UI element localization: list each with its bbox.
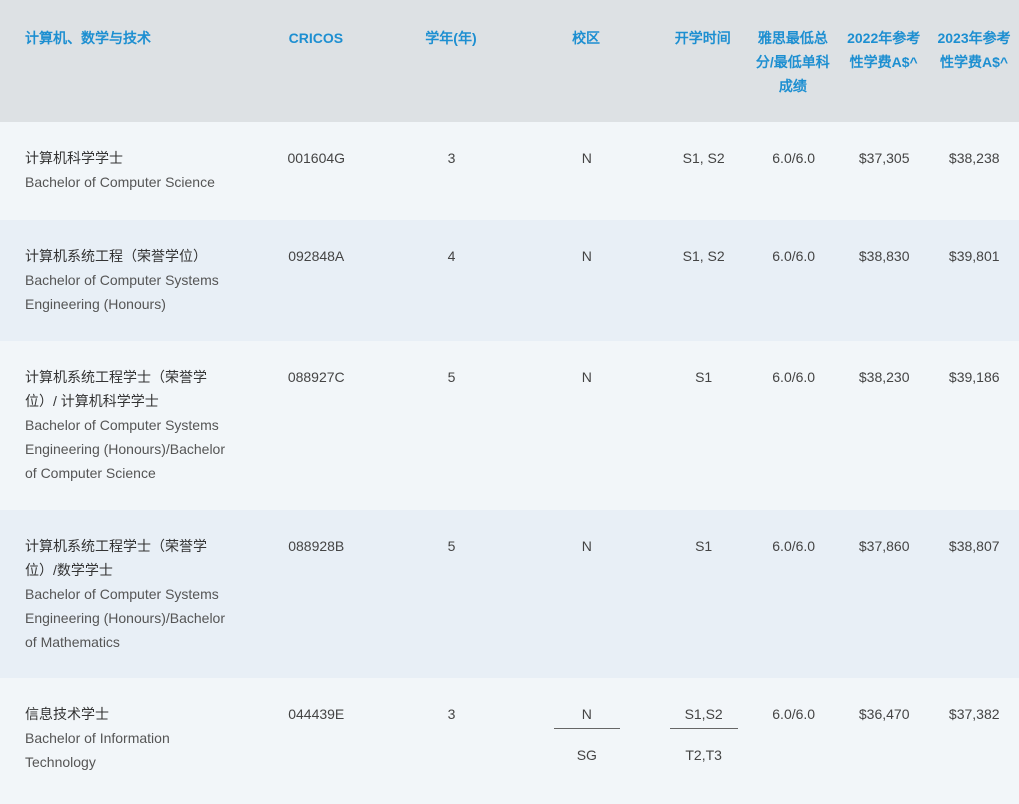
cricos-code: 088927C — [287, 369, 345, 385]
fee-2022-value: $38,230 — [858, 369, 910, 385]
ielts-value: 6.0/6.0 — [772, 538, 816, 554]
table-row: 信息技术学士 Bachelor of Information Technolog… — [0, 678, 1019, 804]
program-name-cell: 信息技术学士 Bachelor of Information Technolog… — [0, 702, 244, 774]
table-header: 计算机、数学与技术 CRICOS 学年(年) 校区 开学时间 雅思最低总分/最低… — [0, 0, 1019, 122]
ielts-value: 6.0/6.0 — [772, 150, 816, 166]
years-value: 5 — [447, 369, 456, 385]
cricos-code: 092848A — [288, 248, 345, 264]
fee-2023-value: $38,238 — [948, 150, 1000, 166]
fee-2023-value: $39,801 — [948, 248, 1000, 264]
fee-2022-value: $38,830 — [858, 248, 910, 264]
program-name-cell: 计算机系统工程（荣誉学位） Bachelor of Computer Syste… — [0, 244, 244, 316]
intake-cell: S1,S2 T2,T3 — [659, 702, 749, 767]
program-name-en: Bachelor of Computer Systems Engineering… — [25, 586, 225, 650]
table-row: 计算机科学学士 Bachelor of Computer Science 001… — [0, 122, 1019, 220]
campus-value: N — [581, 538, 592, 554]
campus-value: N — [581, 150, 592, 166]
campus-value: N — [553, 702, 620, 729]
fee-2023-value: $37,382 — [948, 706, 1000, 722]
program-name-cell: 计算机科学学士 Bachelor of Computer Science — [0, 146, 244, 194]
intake-value: S1, S2 — [682, 150, 725, 166]
cricos-code: 001604G — [287, 150, 346, 166]
program-name-en: Bachelor of Computer Systems Engineering… — [25, 272, 219, 312]
program-name-zh: 计算机系统工程学士（荣誉学位）/数学学士 — [25, 538, 207, 578]
campus-value: N — [581, 248, 592, 264]
intake-value: S1,S2 — [669, 702, 738, 729]
table-row: 计算机系统工程学士（荣誉学位）/ 计算机科学学士 Bachelor of Com… — [0, 341, 1019, 510]
program-name-en: Bachelor of Computer Systems Engineering… — [25, 417, 225, 481]
ielts-value: 6.0/6.0 — [772, 706, 816, 722]
header-intake: 开学时间 — [674, 30, 731, 46]
program-name-zh: 计算机系统工程（荣誉学位） — [25, 248, 207, 264]
program-name-en: Bachelor of Information Technology — [25, 730, 170, 770]
intake-value-secondary: T2,T3 — [685, 747, 722, 763]
intake-value: S1 — [695, 538, 713, 554]
years-value: 3 — [447, 150, 456, 166]
fee-2023-value: $39,186 — [948, 369, 1000, 385]
program-name-zh: 信息技术学士 — [25, 706, 109, 722]
cricos-code: 044439E — [288, 706, 345, 722]
years-value: 5 — [447, 538, 456, 554]
program-name-zh: 计算机系统工程学士（荣誉学位）/ 计算机科学学士 — [25, 369, 207, 409]
header-program-name: 计算机、数学与技术 — [25, 30, 151, 46]
header-ielts: 雅思最低总分/最低单科成绩 — [755, 30, 830, 94]
table-row: 计算机系统工程学士（荣誉学位）/数学学士 Bachelor of Compute… — [0, 510, 1019, 678]
intake-value: S1 — [695, 369, 713, 385]
campus-value-secondary: SG — [576, 747, 597, 763]
fee-2022-value: $37,305 — [858, 150, 910, 166]
header-cricos: CRICOS — [288, 30, 344, 46]
header-fee-2023: 2023年参考性学费A$^ — [937, 30, 1011, 70]
table-row: 计算机系统工程（荣誉学位） Bachelor of Computer Syste… — [0, 220, 1019, 341]
campus-cell: N SG — [515, 702, 659, 767]
header-fee-2022: 2022年参考性学费A$^ — [847, 30, 921, 70]
fee-2022-value: $36,470 — [858, 706, 910, 722]
fee-2023-value: $38,807 — [948, 538, 1000, 554]
program-name-cell: 计算机系统工程学士（荣誉学位）/ 计算机科学学士 Bachelor of Com… — [0, 365, 244, 485]
fee-2022-value: $37,860 — [858, 538, 910, 554]
years-value: 3 — [447, 706, 456, 722]
years-value: 4 — [447, 248, 456, 264]
program-name-cell: 计算机系统工程学士（荣誉学位）/数学学士 Bachelor of Compute… — [0, 534, 244, 654]
ielts-value: 6.0/6.0 — [772, 248, 816, 264]
header-campus: 校区 — [572, 30, 601, 46]
header-years: 学年(年) — [425, 30, 477, 46]
campus-value: N — [581, 369, 592, 385]
ielts-value: 6.0/6.0 — [772, 369, 816, 385]
program-table: 计算机、数学与技术 CRICOS 学年(年) 校区 开学时间 雅思最低总分/最低… — [0, 0, 1019, 804]
intake-value: S1, S2 — [682, 248, 725, 264]
cricos-code: 088928B — [288, 538, 345, 554]
program-name-en: Bachelor of Computer Science — [25, 174, 215, 190]
program-name-zh: 计算机科学学士 — [25, 150, 123, 166]
